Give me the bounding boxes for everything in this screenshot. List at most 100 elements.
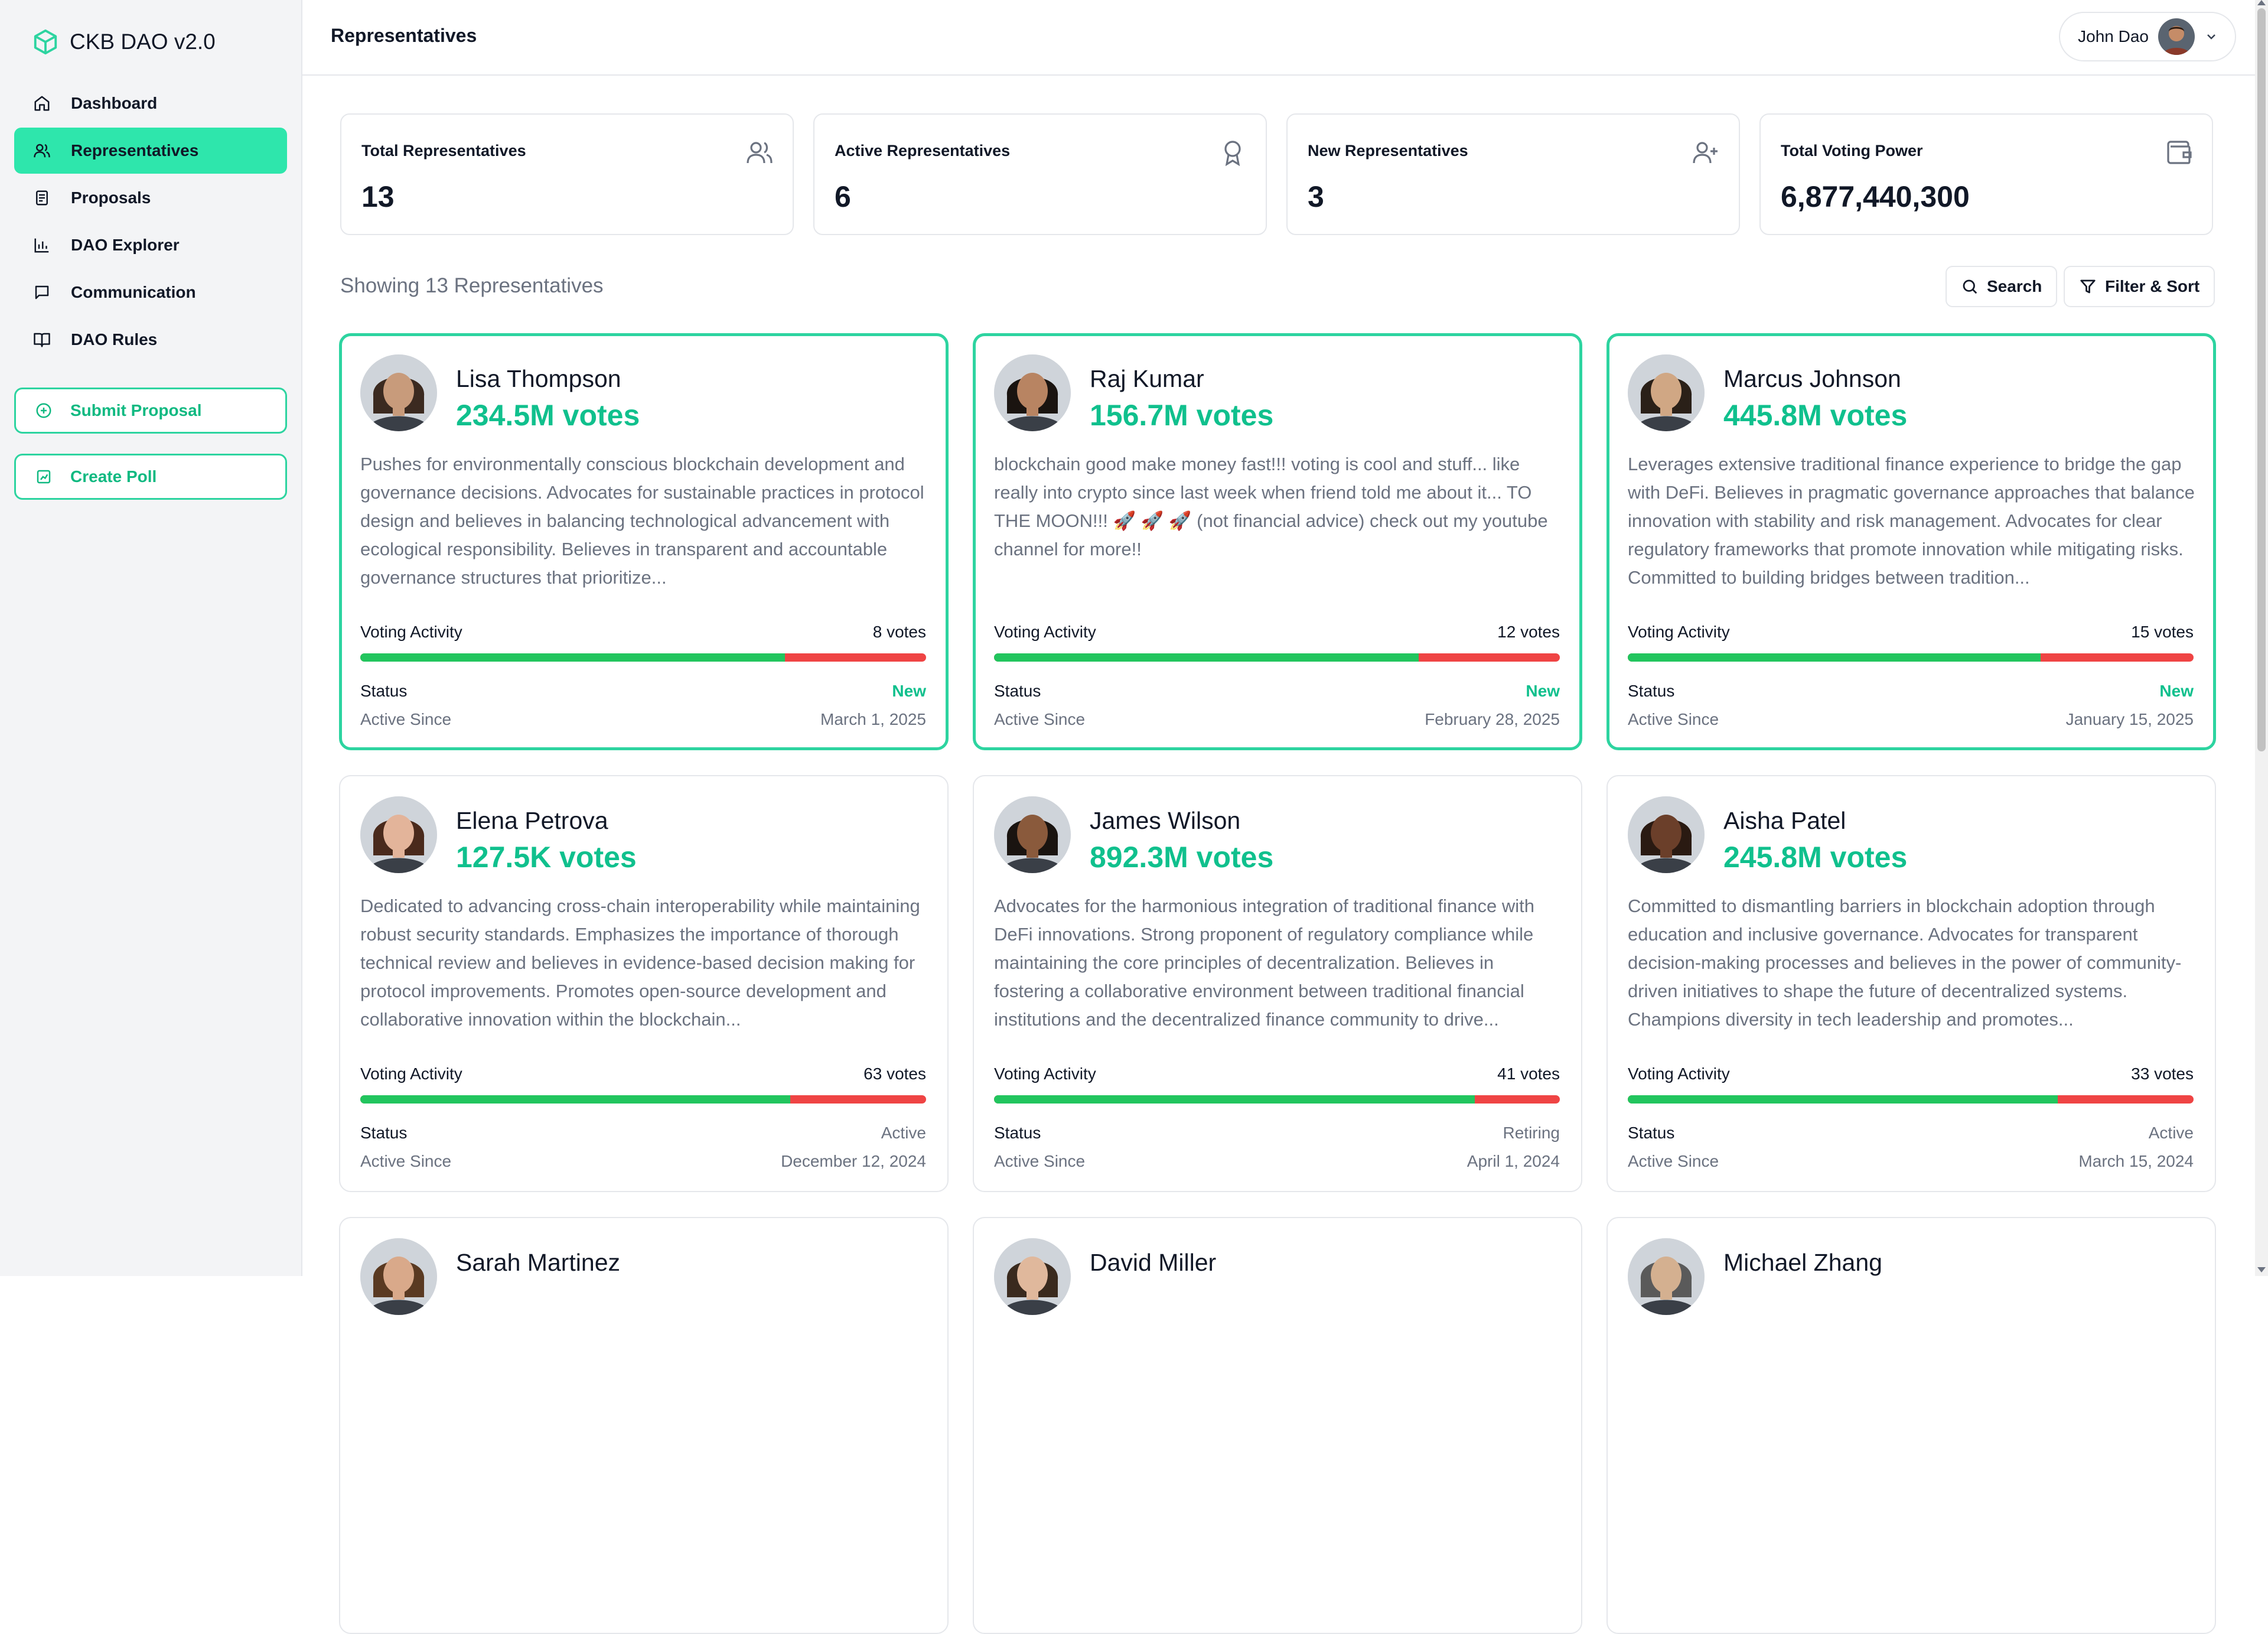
- status-label: Status: [360, 682, 408, 700]
- active-since-date: February 28, 2025: [1425, 710, 1560, 728]
- vote-count: 12 votes: [1497, 623, 1560, 641]
- plus-circle-icon: [36, 403, 51, 418]
- status-label: Status: [994, 1124, 1041, 1142]
- representative-votes: 156.7M votes: [1090, 399, 1274, 432]
- users-icon: [747, 142, 773, 164]
- representative-card[interactable]: Elena Petrova 127.5K votes Dedicated to ad…: [339, 775, 949, 1192]
- filter-sort-label: Filter & Sort: [2105, 277, 2200, 295]
- status-label: Status: [360, 1124, 408, 1142]
- stat-label: Active Representatives: [835, 142, 1011, 160]
- sidebar-item-dao-explorer[interactable]: DAO Explorer: [14, 222, 287, 268]
- status-value: New: [892, 682, 926, 700]
- scroll-thumb[interactable]: [2257, 8, 2266, 751]
- representative-name: Michael Zhang: [1723, 1249, 1882, 1276]
- avatar: [994, 1238, 1071, 1315]
- sidebar-item-label: DAO Explorer: [71, 236, 180, 254]
- voting-activity-bar: [360, 653, 926, 662]
- sidebar-item-label: Representatives: [71, 141, 199, 160]
- user-plus-icon: [1693, 142, 1718, 164]
- stat-label: New Representatives: [1308, 142, 1468, 160]
- scroll-down-arrow[interactable]: [2257, 1267, 2266, 1272]
- representative-card[interactable]: Lisa Thompson 234.5M votes Pushes for envi…: [339, 333, 949, 750]
- representative-name: Raj Kumar: [1090, 365, 1204, 392]
- representative-description: Pushes for environmentally conscious blo…: [360, 454, 924, 588]
- active-since-label: Active Since: [360, 710, 452, 728]
- representative-card[interactable]: Raj Kumar 156.7M votes blockchain good mak…: [973, 333, 1582, 750]
- submit-proposal-button[interactable]: Submit Proposal: [14, 388, 287, 434]
- sidebar: CKB DAO v2.0 Dashboard Representatives P…: [0, 0, 302, 1276]
- filter-icon: [2080, 279, 2096, 294]
- stat-value: 13: [361, 180, 395, 213]
- voting-activity-fill: [1628, 1095, 2058, 1104]
- vote-count: 33 votes: [2131, 1065, 2194, 1083]
- representative-name: David Miller: [1090, 1249, 1217, 1276]
- avatar: [2158, 18, 2195, 55]
- representative-name: James Wilson: [1090, 807, 1241, 834]
- sidebar-item-dao-rules[interactable]: DAO Rules: [14, 317, 287, 363]
- avatar: [360, 796, 437, 873]
- active-since-label: Active Since: [1628, 710, 1719, 728]
- voting-activity-bar: [360, 1095, 926, 1104]
- avatar: [360, 354, 437, 431]
- representative-card[interactable]: James Wilson 892.3M votes Advocates for th…: [973, 775, 1582, 1192]
- avatar: [1628, 354, 1705, 431]
- active-since-label: Active Since: [1628, 1152, 1719, 1170]
- voting-activity-bar: [994, 653, 1560, 662]
- chevron-down-icon: [2207, 34, 2215, 40]
- representative-card[interactable]: David Miller: [973, 1217, 1582, 1634]
- search-button[interactable]: Search: [1946, 266, 2058, 307]
- create-poll-button[interactable]: Create Poll: [14, 454, 287, 500]
- sidebar-item-label: Communication: [71, 283, 196, 301]
- status-value: New: [1526, 682, 1560, 700]
- active-since-date: March 15, 2024: [2078, 1152, 2194, 1170]
- sidebar-item-representatives[interactable]: Representatives: [14, 128, 287, 174]
- sidebar-item-label: DAO Rules: [71, 330, 158, 349]
- vote-count: 8 votes: [872, 623, 926, 641]
- status-label: Status: [1628, 1124, 1675, 1142]
- representative-votes: 127.5K votes: [456, 841, 637, 874]
- representative-card[interactable]: Michael Zhang: [1606, 1217, 2216, 1634]
- sidebar-item-proposals[interactable]: Proposals: [14, 175, 287, 221]
- home-icon: [34, 96, 50, 111]
- representative-card[interactable]: Aisha Patel 245.8M votes Committed to dism…: [1606, 775, 2216, 1192]
- poll-icon: [37, 470, 51, 484]
- representative-name: Elena Petrova: [456, 807, 608, 834]
- representative-votes: 245.8M votes: [1723, 841, 1908, 874]
- filter-sort-button[interactable]: Filter & Sort: [2064, 266, 2215, 307]
- avatar: [994, 796, 1071, 873]
- voting-activity-label: Voting Activity: [1628, 623, 1730, 641]
- representative-votes: 892.3M votes: [1090, 841, 1274, 874]
- representative-description: Advocates for the harmonious integration…: [994, 896, 1535, 1030]
- users-icon: [34, 144, 50, 158]
- sidebar-item-label: Dashboard: [71, 94, 158, 112]
- sidebar-item-label: Proposals: [71, 188, 151, 207]
- sidebar-item-communication[interactable]: Communication: [14, 269, 287, 315]
- stat-value: 6,877,440,300: [1781, 180, 1970, 213]
- vote-count: 41 votes: [1497, 1065, 1560, 1083]
- representative-description: Committed to dismantling barriers in blo…: [1628, 896, 2182, 1030]
- page-scrollbar[interactable]: [2255, 0, 2268, 1276]
- representative-description: blockchain good make money fast!!! votin…: [994, 454, 1548, 559]
- active-since-label: Active Since: [994, 1152, 1086, 1170]
- representative-card[interactable]: Marcus Johnson 445.8M votes Leverages exte…: [1606, 333, 2216, 750]
- voting-activity-fill: [994, 1095, 1475, 1104]
- avatar: [1628, 1238, 1705, 1315]
- voting-activity-label: Voting Activity: [994, 1065, 1096, 1083]
- scroll-up-arrow[interactable]: [2257, 0, 2266, 5]
- active-since-date: January 15, 2025: [2065, 710, 2194, 728]
- vote-count: 15 votes: [2131, 623, 2194, 641]
- user-menu[interactable]: John Dao: [2059, 12, 2236, 61]
- stat-card-total-representatives: Total Representatives 13: [340, 113, 794, 235]
- app-logo[interactable]: CKB DAO v2.0: [32, 28, 216, 56]
- status-value: Active: [2148, 1124, 2194, 1142]
- create-poll-label: Create Poll: [70, 467, 157, 486]
- voting-activity-bar: [1628, 1095, 2194, 1104]
- voting-activity-label: Voting Activity: [1628, 1065, 1730, 1083]
- voting-activity-bar: [994, 1095, 1560, 1104]
- representative-card[interactable]: Sarah Martinez: [339, 1217, 949, 1634]
- vote-count: 63 votes: [863, 1065, 926, 1083]
- status-label: Status: [994, 682, 1041, 700]
- active-since-label: Active Since: [360, 1152, 452, 1170]
- stat-card-total-voting-power: Total Voting Power 6,877,440,300: [1759, 113, 2213, 235]
- sidebar-item-dashboard[interactable]: Dashboard: [14, 80, 287, 126]
